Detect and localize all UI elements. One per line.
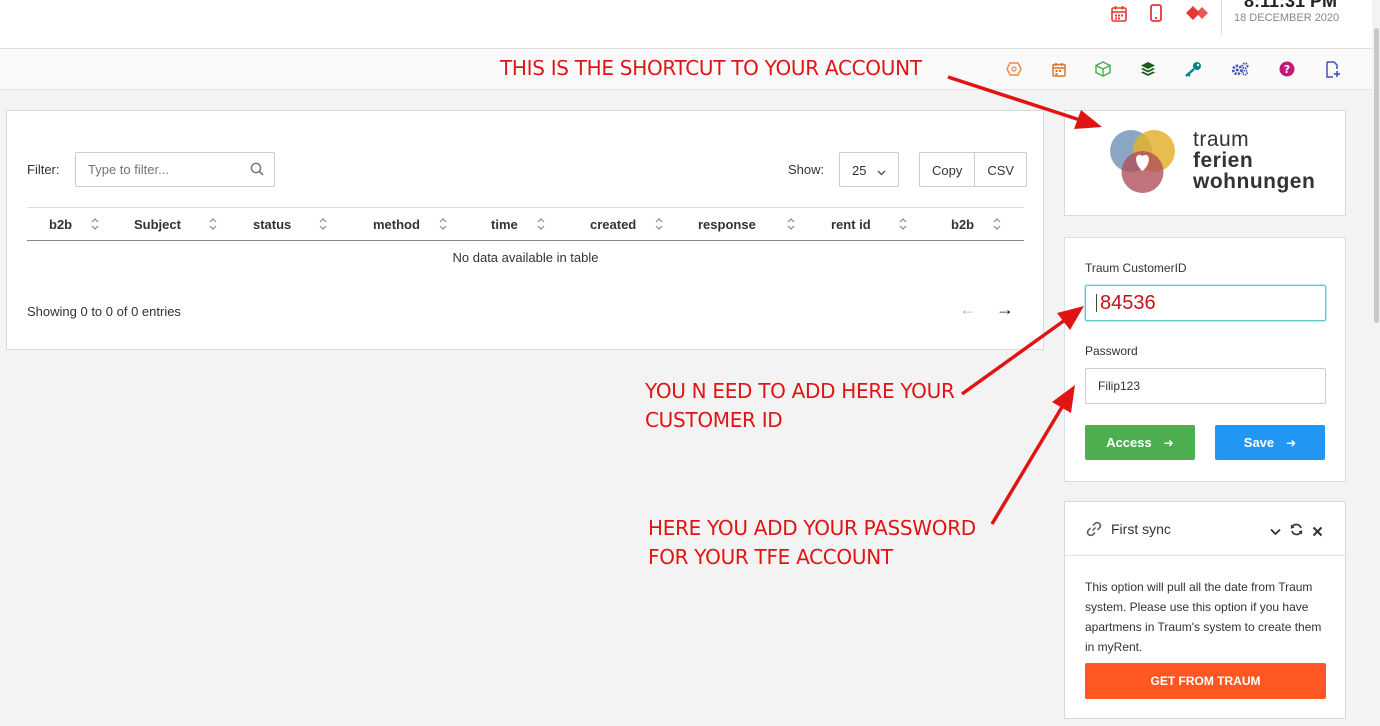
access-button[interactable]: Access ➜ bbox=[1085, 425, 1195, 460]
annotation-customer-line-2: CUSTOMER ID bbox=[645, 408, 783, 432]
sync-title: First sync bbox=[1111, 521, 1171, 537]
logo-line-2: ferien bbox=[1193, 149, 1254, 172]
gears-icon[interactable] bbox=[1231, 60, 1249, 78]
password-field[interactable]: Filip123 bbox=[1085, 368, 1326, 404]
table-info: Showing 0 to 0 of 0 entries bbox=[27, 304, 181, 319]
chevron-down-icon bbox=[877, 165, 886, 180]
scrollbar-thumb[interactable] bbox=[1374, 28, 1379, 323]
column-header[interactable]: time bbox=[491, 217, 518, 232]
logo-line-3: wohnungen bbox=[1193, 170, 1316, 193]
page-size-select[interactable]: 25 bbox=[839, 152, 899, 187]
save-label: Save bbox=[1243, 435, 1275, 450]
header-divider bbox=[1221, 0, 1222, 34]
sync-card-header: First sync bbox=[1065, 502, 1345, 556]
arrow-right-icon: ➜ bbox=[1163, 435, 1174, 450]
cube-icon[interactable] bbox=[1094, 60, 1112, 78]
diamond-logo-icon[interactable] bbox=[1185, 2, 1211, 24]
column-header[interactable]: status bbox=[253, 217, 291, 232]
sort-icon[interactable] bbox=[787, 217, 795, 231]
refresh-icon[interactable] bbox=[1290, 523, 1303, 541]
chevron-down-icon[interactable] bbox=[1270, 524, 1281, 542]
annotation-shortcut: THIS IS THE SHORTCUT TO YOUR ACCOUNT bbox=[500, 56, 922, 80]
csv-button[interactable]: CSV bbox=[974, 153, 1026, 186]
sort-icon[interactable] bbox=[899, 217, 907, 231]
sort-icon[interactable] bbox=[439, 217, 447, 231]
logo-wordmark: traum ferien wohnungen bbox=[1193, 129, 1315, 192]
access-label: Access bbox=[1106, 435, 1152, 450]
column-header[interactable]: Subject bbox=[134, 217, 181, 232]
calendar-icon[interactable] bbox=[1050, 60, 1068, 78]
get-from-traum-button[interactable]: GET FROM TRAUM bbox=[1085, 663, 1326, 699]
sort-icon[interactable] bbox=[91, 217, 99, 231]
hexagon-icon[interactable] bbox=[1005, 60, 1023, 78]
show-label: Show: bbox=[788, 162, 825, 177]
top-header: 8:11:31 PM 18 DECEMBER 2020 bbox=[0, 0, 1380, 49]
page-size-value: 25 bbox=[852, 163, 867, 178]
sync-description: This option will pull all the date from … bbox=[1085, 580, 1322, 654]
prev-page-button[interactable]: ← bbox=[959, 299, 977, 320]
calendar-icon[interactable] bbox=[1108, 2, 1130, 24]
account-shortcut-card[interactable]: traum ferien wohnungen bbox=[1064, 110, 1346, 216]
traum-logo-icon bbox=[1110, 130, 1175, 193]
customer-id-label: Traum CustomerID bbox=[1085, 261, 1187, 275]
next-page-button[interactable]: → bbox=[996, 299, 1014, 320]
search-icon[interactable] bbox=[250, 162, 264, 181]
filter-label: Filter: bbox=[27, 162, 60, 177]
traum-login-card: Traum CustomerID 84536 Password Filip123… bbox=[1064, 237, 1346, 482]
column-header[interactable]: response bbox=[698, 217, 756, 232]
first-sync-card: First sync This option will pull all the… bbox=[1064, 501, 1346, 719]
link-icon bbox=[1086, 521, 1102, 542]
password-value: Filip123 bbox=[1098, 379, 1141, 393]
logo-line-1: traum bbox=[1193, 128, 1250, 151]
save-button[interactable]: Save ➜ bbox=[1215, 425, 1325, 460]
sort-icon[interactable] bbox=[209, 217, 217, 231]
annotation-password-line-1: HERE YOU ADD YOUR PASSWORD bbox=[648, 516, 976, 540]
column-header[interactable]: b2b bbox=[49, 217, 72, 232]
sort-icon[interactable] bbox=[655, 217, 663, 231]
empty-message: No data available in table bbox=[452, 250, 599, 265]
mobile-icon[interactable] bbox=[1145, 2, 1167, 24]
sort-icon[interactable] bbox=[319, 217, 327, 231]
column-header[interactable]: created bbox=[590, 217, 636, 232]
password-label: Password bbox=[1085, 344, 1138, 358]
column-header[interactable]: method bbox=[373, 217, 420, 232]
annotation-password-line-2: FOR YOUR TFE ACCOUNT bbox=[648, 545, 893, 569]
close-icon[interactable] bbox=[1312, 524, 1323, 542]
clock-time: 8:11:31 PM bbox=[1244, 0, 1338, 11]
layers-icon[interactable] bbox=[1139, 60, 1157, 78]
annotation-customer-line-1: YOU N EED TO ADD HERE YOUR bbox=[645, 379, 955, 403]
customer-id-value: 84536 bbox=[1100, 291, 1156, 314]
sort-icon[interactable] bbox=[537, 217, 545, 231]
new-page-icon[interactable] bbox=[1324, 60, 1342, 78]
svg-text:?: ? bbox=[1284, 63, 1290, 76]
clock-date: 18 DECEMBER 2020 bbox=[1234, 12, 1340, 24]
column-header[interactable]: b2b bbox=[951, 217, 974, 232]
sort-icon[interactable] bbox=[993, 217, 1001, 231]
text-caret bbox=[1096, 294, 1097, 312]
arrow-right-icon: ➜ bbox=[1286, 435, 1297, 450]
filter-box[interactable] bbox=[75, 152, 275, 187]
filter-input[interactable] bbox=[76, 153, 236, 186]
log-table-card: Filter: Show: 25 Copy CSV b2b Subject stat… bbox=[6, 110, 1044, 350]
annotation-arrow-password bbox=[990, 385, 1075, 525]
copy-button[interactable]: Copy bbox=[920, 153, 974, 186]
column-header[interactable]: rent id bbox=[831, 217, 871, 232]
key-icon[interactable] bbox=[1184, 60, 1202, 78]
help-icon[interactable]: ? bbox=[1278, 60, 1296, 78]
table-header: b2b Subject status method time created respons… bbox=[27, 207, 1024, 241]
export-buttons: Copy CSV bbox=[919, 152, 1028, 187]
customer-id-field[interactable]: 84536 bbox=[1085, 285, 1326, 321]
scrollbar[interactable] bbox=[1372, 0, 1380, 726]
